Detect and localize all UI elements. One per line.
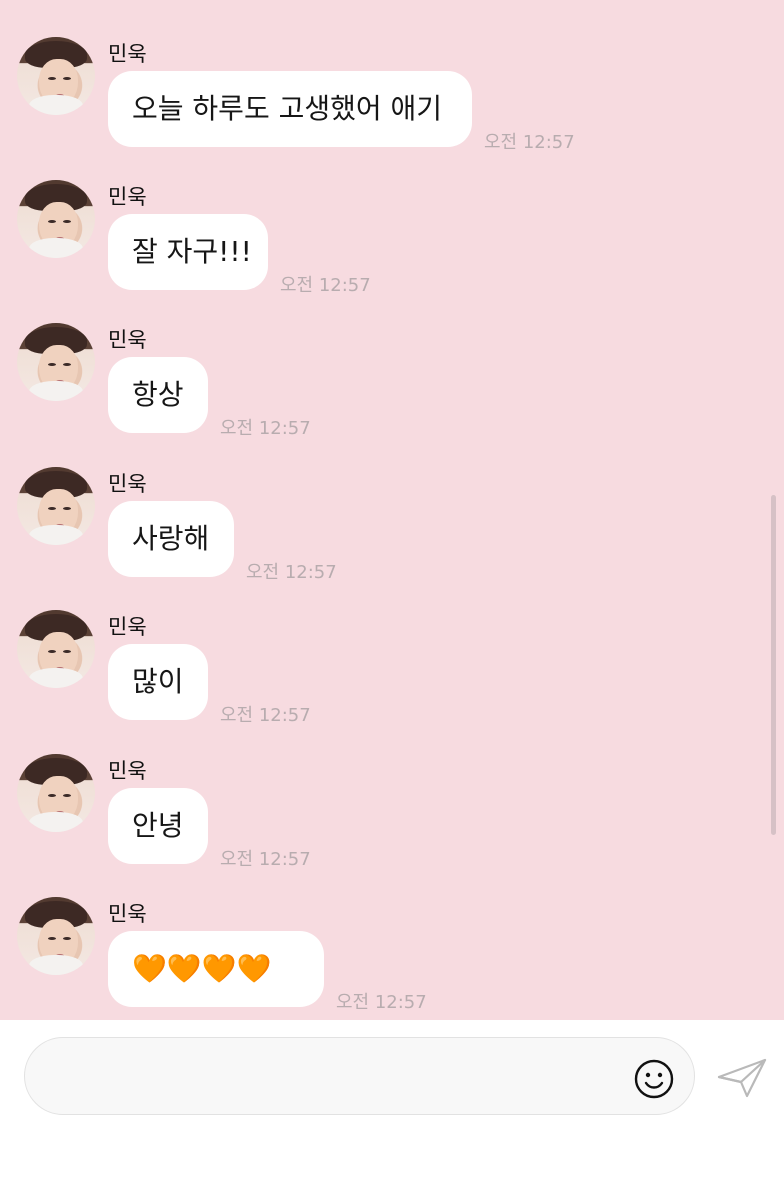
avatar[interactable] — [17, 897, 95, 975]
paper-plane-icon[interactable] — [716, 1055, 768, 1101]
avatar-eye — [48, 507, 56, 510]
avatar[interactable] — [17, 754, 95, 832]
avatar-eye — [63, 937, 71, 940]
message-bubble[interactable]: 🧡🧡🧡🧡 — [108, 931, 324, 1007]
sender-name: 민욱 — [108, 42, 147, 66]
message-row: 민욱 항상 오전 12:57 — [0, 323, 784, 466]
message-row: 민욱 사랑해 오전 12:57 — [0, 467, 784, 610]
avatar-eye — [63, 77, 71, 80]
message-row: 민욱 잘 자구!!! 오전 12:57 — [0, 180, 784, 323]
avatar-eye — [48, 650, 56, 653]
message-bubble[interactable]: 사랑해 — [108, 501, 234, 577]
message-bubble[interactable]: 안녕 — [108, 788, 208, 864]
chat-area[interactable]: 민욱 오늘 하루도 고생했어 애기 오전 12:57 민욱 잘 자구!!! 오전… — [0, 0, 784, 1020]
sender-name: 민욱 — [108, 902, 147, 926]
avatar-shirt — [29, 95, 83, 115]
avatar-eye — [48, 220, 56, 223]
avatar-eye — [63, 363, 71, 366]
avatar[interactable] — [17, 180, 95, 258]
message-bubble[interactable]: 잘 자구!!! — [108, 214, 268, 290]
message-time: 오전 12:57 — [246, 562, 337, 583]
avatar[interactable] — [17, 37, 95, 115]
sender-name: 민욱 — [108, 759, 147, 783]
message-composer-bar — [0, 1020, 784, 1200]
sender-name: 민욱 — [108, 472, 147, 496]
avatar[interactable] — [17, 323, 95, 401]
avatar[interactable] — [17, 610, 95, 688]
message-bubble[interactable]: 오늘 하루도 고생했어 애기 — [108, 71, 472, 147]
avatar-eye — [63, 650, 71, 653]
avatar-eye — [63, 507, 71, 510]
avatar-shirt — [29, 238, 83, 258]
message-input[interactable] — [24, 1037, 695, 1115]
avatar-shirt — [29, 525, 83, 545]
avatar-shirt — [29, 668, 83, 688]
message-time: 오전 12:57 — [220, 849, 311, 870]
sender-name: 민욱 — [108, 328, 147, 352]
smiley-icon[interactable] — [632, 1057, 676, 1101]
message-bubble[interactable]: 항상 — [108, 357, 208, 433]
message-time: 오전 12:57 — [220, 705, 311, 726]
sender-name: 민욱 — [108, 185, 147, 209]
sender-name: 민욱 — [108, 615, 147, 639]
avatar-shirt — [29, 955, 83, 975]
message-time: 오전 12:57 — [336, 992, 427, 1013]
avatar-shirt — [29, 381, 83, 401]
message-row: 민욱 많이 오전 12:57 — [0, 610, 784, 753]
avatar-eye — [63, 794, 71, 797]
message-bubble[interactable]: 많이 — [108, 644, 208, 720]
avatar-eye — [48, 794, 56, 797]
avatar-eye — [63, 220, 71, 223]
avatar-eye — [48, 77, 56, 80]
avatar[interactable] — [17, 467, 95, 545]
message-row: 민욱 🧡🧡🧡🧡 오전 12:57 — [0, 897, 784, 1020]
avatar-shirt — [29, 812, 83, 832]
avatar-eye — [48, 937, 56, 940]
message-row: 민욱 오늘 하루도 고생했어 애기 오전 12:57 — [0, 37, 784, 180]
message-time: 오전 12:57 — [484, 132, 575, 153]
message-time: 오전 12:57 — [220, 418, 311, 439]
avatar-eye — [48, 363, 56, 366]
message-row: 민욱 안녕 오전 12:57 — [0, 754, 784, 897]
message-time: 오전 12:57 — [280, 275, 371, 296]
